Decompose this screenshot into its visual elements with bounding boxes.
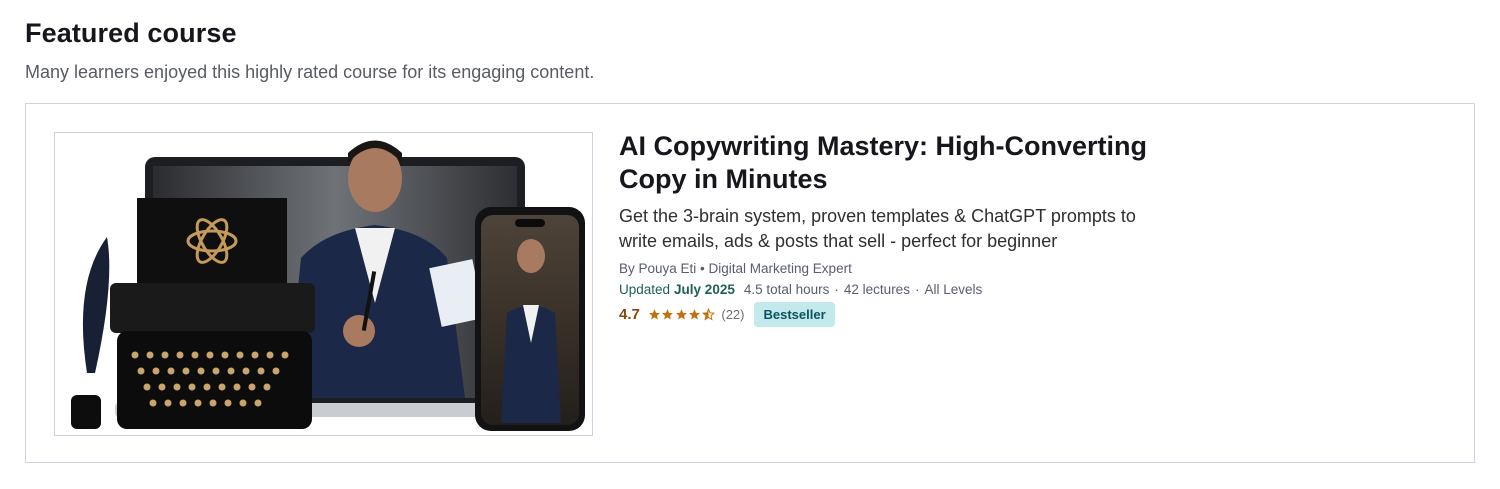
course-level: All Levels bbox=[924, 282, 983, 297]
star-icon bbox=[648, 309, 660, 320]
section-subtitle: Many learners enjoyed this highly rated … bbox=[25, 62, 595, 82]
course-instructor: By Pouya Eti • Digital Marketing Expert bbox=[619, 261, 852, 276]
star-icon bbox=[689, 309, 701, 320]
course-info: AI Copywriting Mastery: High-Converting … bbox=[619, 130, 1159, 327]
star-icon bbox=[662, 309, 674, 320]
rating-row: 4.7 (22) Bestseller bbox=[619, 302, 1159, 327]
rating-stars bbox=[648, 308, 716, 321]
star-half-icon bbox=[701, 308, 715, 321]
course-meta: Updated July 2025 4.5 total hours · 42 l… bbox=[619, 282, 1159, 297]
rating-count: (22) bbox=[721, 307, 745, 322]
course-lectures: 42 lectures bbox=[843, 282, 910, 297]
meta-separator: · bbox=[834, 282, 839, 297]
course-hours: 4.5 total hours bbox=[743, 282, 830, 297]
featured-course-card[interactable]: AI Copywriting Mastery: High-Converting … bbox=[25, 103, 1475, 463]
course-thumbnail-image bbox=[55, 133, 592, 435]
updated-label: Updated bbox=[619, 282, 671, 297]
rating-value: 4.7 bbox=[619, 306, 640, 323]
meta-separator: · bbox=[914, 282, 920, 297]
updated-date: July 2025 bbox=[674, 282, 735, 297]
section-title: Featured course bbox=[25, 18, 237, 48]
course-headline: Get the 3-brain system, proven templates… bbox=[619, 206, 1136, 251]
star-icon bbox=[675, 309, 687, 320]
course-title[interactable]: AI Copywriting Mastery: High-Converting … bbox=[619, 130, 1159, 196]
bestseller-badge: Bestseller bbox=[754, 302, 835, 327]
course-thumbnail[interactable] bbox=[54, 132, 593, 436]
